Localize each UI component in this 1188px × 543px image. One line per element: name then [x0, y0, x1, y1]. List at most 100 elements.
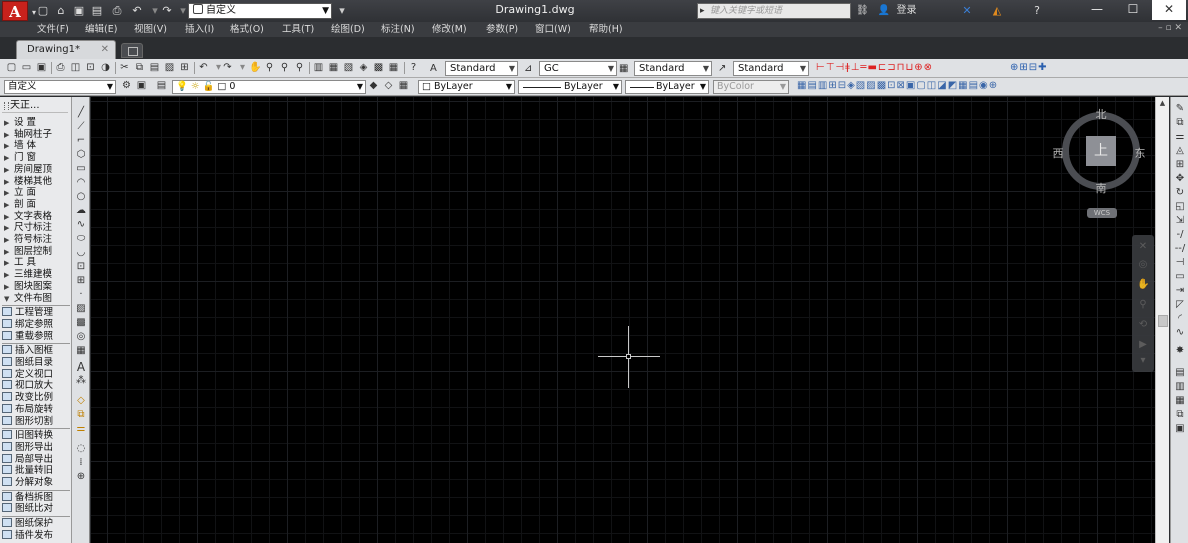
- paste-block-icon[interactable]: ▣: [1174, 423, 1186, 435]
- category-item[interactable]: ▶ 符号标注: [4, 234, 52, 246]
- new-tab-button[interactable]: [121, 43, 143, 58]
- stretch-icon[interactable]: ⇲: [1174, 215, 1186, 227]
- zoom-window-icon[interactable]: ⚲: [279, 62, 290, 73]
- category-item[interactable]: ▶ 立 面: [4, 187, 36, 199]
- copy-with-base-icon[interactable]: ⧉: [1174, 409, 1186, 421]
- menu-tools[interactable]: 工具(T): [282, 23, 314, 36]
- compass-north[interactable]: 北: [1093, 106, 1109, 122]
- design-center-icon[interactable]: ▦: [328, 62, 339, 73]
- region-icon[interactable]: ◎: [75, 331, 87, 343]
- scale-icon[interactable]: ◱: [1174, 201, 1186, 213]
- tianzheng-toolbar[interactable]: ▦▤▥⊞⊟◈▧▨▩⊡⊠▣▢◫◪◩▦▤◉⊕: [797, 80, 998, 91]
- category-item[interactable]: ▶ 墙 体: [4, 140, 36, 152]
- tab-drawing1[interactable]: Drawing1* ✕: [16, 40, 116, 59]
- chevron-down-icon[interactable]: ▾: [237, 62, 248, 73]
- panel-title[interactable]: 天正...: [2, 99, 68, 113]
- qnew-icon[interactable]: ▭: [21, 62, 32, 73]
- customize-quick-access-icon[interactable]: ▾: [335, 4, 349, 17]
- zoom-icon[interactable]: ⚲: [1137, 299, 1149, 311]
- tool-item[interactable]: 插入图框: [2, 345, 53, 357]
- navbar-menu-icon[interactable]: ▾: [1137, 355, 1149, 367]
- binoculars-icon[interactable]: ⛓: [856, 5, 869, 16]
- circle-icon[interactable]: ○: [75, 191, 87, 203]
- plot-style-select[interactable]: ByColor ▼: [713, 80, 789, 94]
- menu-dimension[interactable]: 标注(N): [381, 23, 415, 36]
- tool-item[interactable]: 旧图转换: [2, 430, 53, 442]
- construction-line-icon[interactable]: ⟋: [75, 121, 87, 133]
- tool-item[interactable]: 图纸比对: [2, 503, 53, 515]
- fillet-icon[interactable]: ◜: [1174, 313, 1186, 325]
- make-block-icon[interactable]: ⊞: [75, 275, 87, 287]
- orbit-icon[interactable]: ⟲: [1137, 319, 1149, 331]
- vertical-scrollbar[interactable]: ▲: [1155, 97, 1169, 543]
- menu-modify[interactable]: 修改(M): [432, 23, 467, 36]
- explode-icon[interactable]: ✸: [1174, 345, 1186, 357]
- workspace-select[interactable]: 自定义 ▼: [188, 3, 332, 19]
- tool-item[interactable]: 绑定参照: [2, 318, 53, 331]
- block-editor-icon[interactable]: ⊞: [179, 62, 190, 73]
- category-item[interactable]: ▶ 剖 面: [4, 199, 36, 211]
- properties-icon[interactable]: ▥: [313, 62, 324, 73]
- close-icon[interactable]: ✕: [101, 41, 109, 59]
- gear-icon[interactable]: ⚙: [121, 80, 132, 91]
- menu-edit[interactable]: 编辑(E): [85, 23, 117, 36]
- minimize-button[interactable]: —: [1080, 0, 1114, 20]
- rectangle-icon[interactable]: ▭: [75, 163, 87, 175]
- tool-item[interactable]: 图纸目录: [2, 357, 53, 369]
- array-icon[interactable]: ⊞: [1174, 159, 1186, 171]
- maximize-button[interactable]: ☐: [1116, 0, 1150, 20]
- revision-cloud-icon[interactable]: ☁: [75, 205, 87, 217]
- compass-south[interactable]: 南: [1093, 180, 1109, 196]
- tool-item[interactable]: 视口放大: [2, 380, 53, 392]
- polygon-icon[interactable]: ⬡: [75, 149, 87, 161]
- save-icon[interactable]: ▣: [72, 4, 86, 17]
- point-icon[interactable]: ·: [75, 289, 87, 301]
- copy-icon[interactable]: ⧉: [134, 62, 145, 73]
- menu-file[interactable]: 文件(F): [37, 23, 69, 36]
- tool-item[interactable]: 备档拆图: [2, 491, 53, 504]
- category-item[interactable]: ▶ 楼梯其他: [4, 176, 52, 188]
- color-select[interactable]: □ ByLayer ▼: [418, 80, 515, 94]
- search-input[interactable]: 键入关键字或短语: [697, 3, 851, 19]
- chamfer-icon[interactable]: ◸: [1174, 299, 1186, 311]
- close-button[interactable]: ✕: [1152, 0, 1186, 20]
- zoom-previous-icon[interactable]: ⚲: [294, 62, 305, 73]
- arc-icon[interactable]: ◠: [75, 177, 87, 189]
- layer-properties-icon[interactable]: ▤: [156, 80, 167, 91]
- redo-icon[interactable]: ↷: [160, 4, 174, 17]
- login-label[interactable]: 登录: [897, 5, 917, 16]
- blend-curves-icon[interactable]: ∿: [1174, 327, 1186, 339]
- tool-item[interactable]: 重载参照: [2, 330, 53, 343]
- join-icon[interactable]: ⇥: [1174, 285, 1186, 297]
- print-icon[interactable]: ⎙: [110, 4, 124, 17]
- application-menu-button[interactable]: A: [2, 1, 36, 22]
- category-item[interactable]: ▶ 轴网柱子: [4, 129, 52, 141]
- preview-icon[interactable]: ◫: [70, 62, 81, 73]
- exchange-icon[interactable]: ✕: [960, 4, 974, 17]
- offset-icon[interactable]: ◌: [75, 443, 87, 455]
- workspace-select-secondary[interactable]: 自定义 ▼: [4, 80, 116, 94]
- trim-icon[interactable]: -/: [1174, 229, 1186, 241]
- layer-previous-icon[interactable]: ◇: [383, 80, 394, 91]
- multileader-style-select[interactable]: ↗ Standard ▼: [718, 61, 809, 76]
- cut-icon[interactable]: ✂: [119, 62, 130, 73]
- menu-parametric[interactable]: 参数(P): [486, 23, 518, 36]
- category-item[interactable]: ▶ 文字表格: [4, 211, 52, 223]
- tool-item[interactable]: 工程管理: [2, 307, 53, 319]
- mirror-icon[interactable]: ⚌: [1174, 131, 1186, 143]
- polyline-icon[interactable]: ⌐: [75, 135, 87, 147]
- tool-item[interactable]: 分解对象: [2, 477, 53, 489]
- paste-icon[interactable]: ▤: [149, 62, 160, 73]
- modify-toolbar[interactable]: ⊕⊞⊟✚: [1010, 62, 1048, 73]
- extend-icon[interactable]: --/: [1174, 243, 1186, 255]
- offset-icon[interactable]: ◬: [1174, 145, 1186, 157]
- text-style-select[interactable]: A Standard ▼: [430, 61, 518, 76]
- layout-icon[interactable]: ▤: [1174, 367, 1186, 379]
- move-icon[interactable]: ✥: [1174, 173, 1186, 185]
- insert-block-icon[interactable]: ⊡: [75, 261, 87, 273]
- saveas-icon[interactable]: ▤: [90, 4, 104, 17]
- add-selected-icon[interactable]: ⁂: [75, 375, 87, 387]
- print-icon[interactable]: ⎙: [55, 62, 66, 73]
- break-at-point-icon[interactable]: ⊣: [1174, 257, 1186, 269]
- category-item[interactable]: ▶ 三维建模: [4, 269, 52, 281]
